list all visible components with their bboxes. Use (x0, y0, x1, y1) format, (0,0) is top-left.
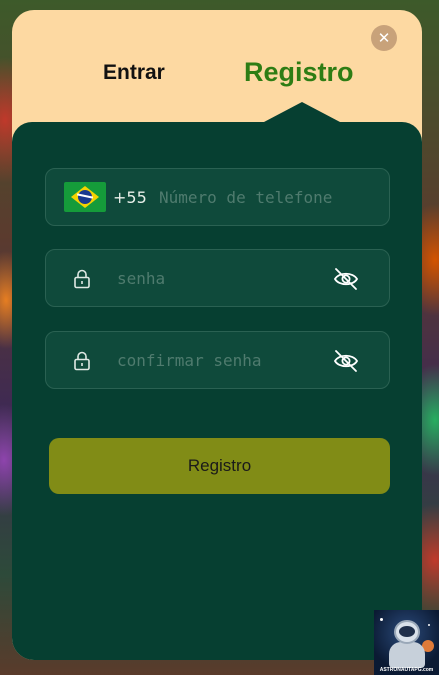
country-code[interactable]: +55 (113, 188, 147, 207)
password-field (45, 249, 390, 307)
active-tab-indicator (264, 102, 340, 122)
astronaut-logo[interactable]: ASTRONAUTAPG.com (374, 610, 439, 675)
password-input[interactable] (117, 267, 317, 289)
lock-icon (74, 269, 90, 289)
tab-login[interactable]: Entrar (103, 61, 165, 85)
close-button[interactable]: ✕ (371, 25, 397, 51)
confirm-password-field (45, 331, 390, 389)
phone-input[interactable] (159, 186, 381, 208)
phone-field: +55 (45, 168, 390, 226)
eye-off-icon[interactable] (333, 349, 359, 373)
register-form-panel: +55 Número de telefone Registro (12, 122, 422, 660)
confirm-password-input[interactable] (117, 349, 317, 371)
logo-text: ASTRONAUTAPG.com (379, 667, 434, 673)
register-submit-button[interactable]: Registro (49, 438, 390, 494)
register-modal: ✕ Entrar Registro +55 Número de telefone… (12, 10, 422, 660)
brazil-flag-icon[interactable] (64, 182, 106, 212)
lock-icon (74, 351, 90, 371)
eye-off-icon[interactable] (333, 267, 359, 291)
tab-register[interactable]: Registro (244, 57, 354, 88)
close-icon: ✕ (377, 28, 391, 47)
